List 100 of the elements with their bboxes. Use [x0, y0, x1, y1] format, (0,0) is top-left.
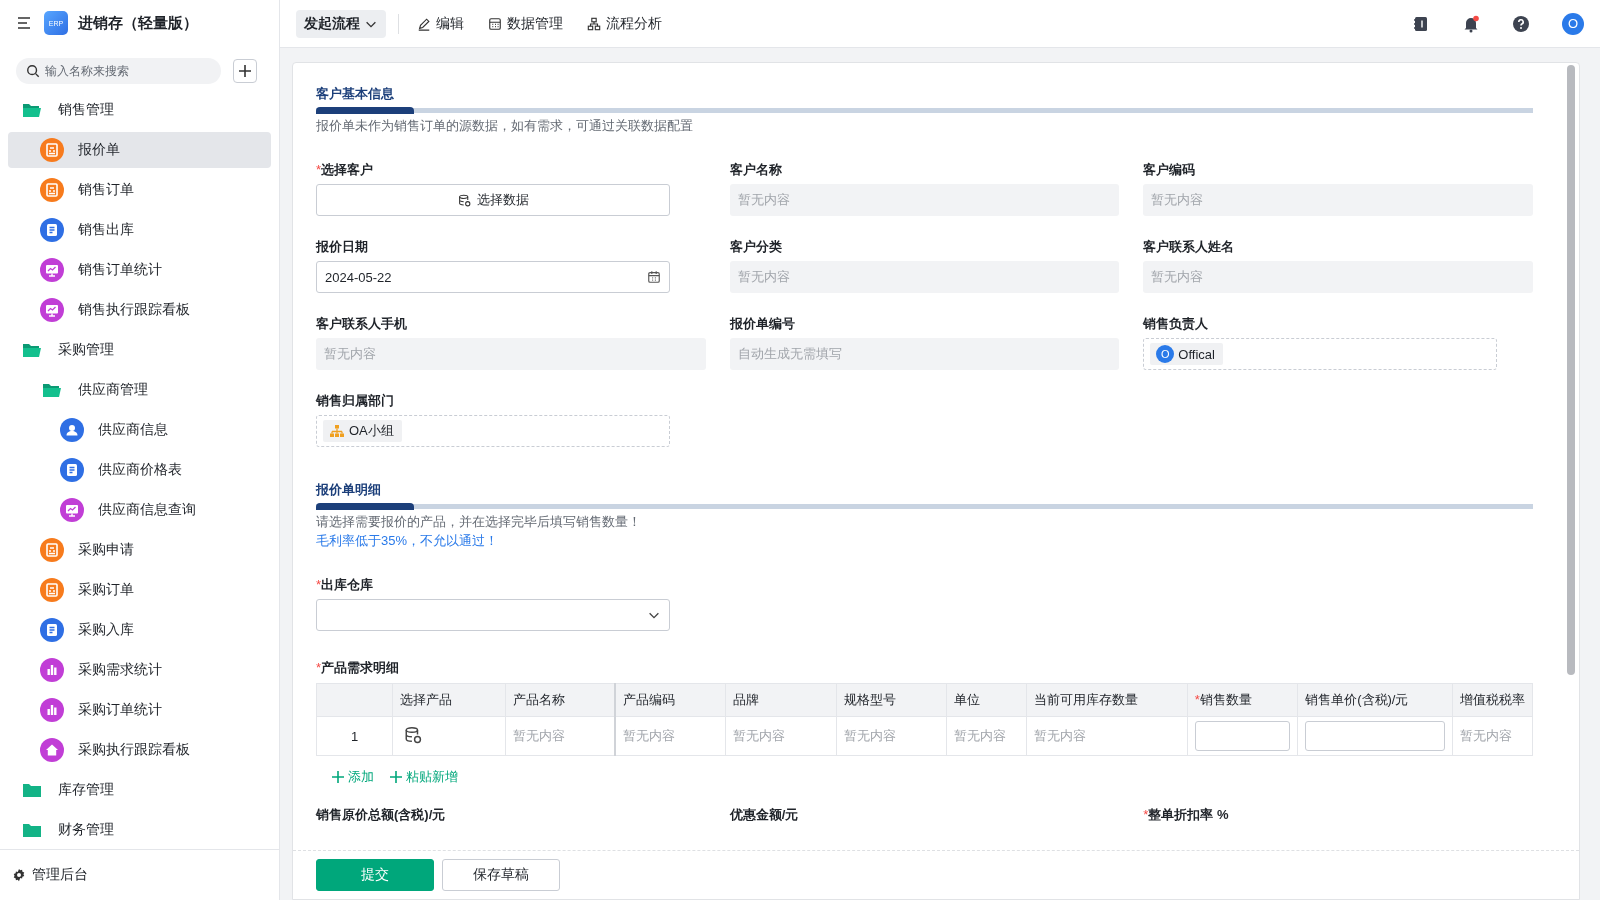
field-label: 优惠金额/元: [729, 807, 799, 822]
home-icon: [40, 738, 64, 762]
column-header: 规格型号: [843, 692, 896, 707]
stats-icon: [40, 658, 64, 682]
field-label: 报价日期: [316, 239, 368, 254]
column-header: 品牌: [733, 692, 760, 707]
toolbar-button[interactable]: 编辑: [411, 14, 470, 33]
sidebar-item[interactable]: 采购订单: [8, 572, 271, 608]
column-header: 销售数量: [1199, 692, 1252, 707]
field-label: 客户编码: [1143, 162, 1196, 177]
required-asterisk: *: [1194, 692, 1200, 707]
user-avatar[interactable]: O: [1562, 12, 1584, 35]
folder-item[interactable]: 采购管理: [8, 332, 271, 368]
notebook-icon[interactable]: [1412, 14, 1430, 33]
database-icon: [457, 193, 471, 207]
department-picker-field[interactable]: OA小组: [316, 415, 670, 447]
toolbar-button[interactable]: 流程分析: [581, 14, 668, 33]
row-number: 1: [316, 716, 393, 756]
field-label: 客户分类: [729, 239, 782, 254]
search-field[interactable]: 输入名称来搜索: [16, 58, 221, 84]
field-label: 销售原价总额(含税)/元: [316, 807, 446, 822]
select-field[interactable]: [316, 599, 670, 631]
readonly-field: 暂无内容: [1143, 261, 1533, 293]
form-icon: [40, 178, 64, 202]
input-field[interactable]: [1305, 721, 1445, 751]
stats-icon: [40, 698, 64, 722]
folder-item[interactable]: 库存管理: [8, 772, 271, 808]
toolbar-button[interactable]: 数据管理: [482, 14, 569, 33]
pencil-icon: [417, 16, 431, 31]
user-tag: O Offical: [1150, 343, 1223, 365]
column-header: 当前可用库存数量: [1034, 692, 1139, 707]
table-cell: 暂无内容: [946, 716, 1027, 756]
table-icon: [488, 16, 502, 31]
bell-icon[interactable]: [1462, 14, 1480, 33]
admin-link[interactable]: 管理后台: [0, 849, 279, 900]
search-icon: [26, 64, 40, 78]
doc-icon: [40, 218, 64, 242]
sidebar-item[interactable]: 销售执行跟踪看板: [8, 292, 271, 328]
dashboard-icon: [40, 298, 64, 322]
add-button[interactable]: [233, 59, 257, 83]
sidebar-item[interactable]: 采购需求统计: [8, 652, 271, 688]
sidebar-item[interactable]: 供应商信息查询: [8, 492, 271, 528]
save-draft-button[interactable]: 保存草稿: [442, 859, 560, 891]
calendar-icon: [647, 270, 661, 284]
help-icon[interactable]: [1512, 14, 1530, 33]
table-cell: 暂无内容: [836, 716, 947, 756]
plus-icon: [390, 771, 402, 783]
readonly-field: 暂无内容: [729, 184, 1120, 216]
sidebar-item[interactable]: 供应商信息: [8, 412, 271, 448]
sidebar-item[interactable]: 销售订单统计: [8, 252, 271, 288]
dashboard-icon: [40, 258, 64, 282]
form-icon: [40, 578, 64, 602]
table-cell: 暂无内容: [505, 716, 616, 756]
flowchart-icon: [587, 16, 601, 31]
doc-icon: [60, 458, 84, 482]
form-icon: [40, 138, 64, 162]
start-process-button[interactable]: 发起流程: [296, 9, 386, 38]
form-icon: [40, 538, 64, 562]
column-header: 选择产品: [400, 692, 453, 707]
sidebar-item[interactable]: 销售出库: [8, 212, 271, 248]
scrollbar[interactable]: [1567, 65, 1575, 675]
column-header: 销售单价(含税)/元: [1305, 692, 1409, 707]
field-label: 整单折扣率 %: [1148, 807, 1229, 822]
field-label: 出库仓库: [321, 577, 374, 592]
select-data-button[interactable]: 选择数据: [316, 184, 670, 216]
sidebar-item[interactable]: 采购入库: [8, 612, 271, 648]
table-cell: 暂无内容: [725, 716, 837, 756]
readonly-field: 自动生成无需填写: [729, 338, 1120, 370]
user-picker-field[interactable]: O Offical: [1143, 338, 1498, 370]
sidebar-item[interactable]: 报价单: [8, 132, 271, 168]
sidebar-item[interactable]: 供应商价格表: [8, 452, 271, 488]
readonly-field: 暂无内容: [316, 338, 706, 370]
doc-icon: [40, 618, 64, 642]
table-cell: 暂无内容: [615, 716, 726, 756]
folder-item[interactable]: 财务管理: [8, 812, 271, 848]
description-text: 请选择需要报价的产品，并在选择完毕后填写销售数量！: [316, 513, 642, 531]
folder-item[interactable]: 供应商管理: [8, 372, 271, 408]
date-field[interactable]: 2024-05-22: [316, 261, 670, 293]
sidebar-item[interactable]: 销售订单: [8, 172, 271, 208]
database-icon[interactable]: [404, 725, 423, 744]
department-tag: OA小组: [323, 420, 402, 442]
plus-icon: [332, 771, 344, 783]
required-asterisk: *: [316, 660, 322, 675]
contact-icon: [60, 418, 84, 442]
field-label: 产品需求明细: [321, 660, 400, 675]
sidebar-item[interactable]: 采购执行跟踪看板: [8, 732, 271, 768]
section-title: 客户基本信息: [316, 85, 395, 103]
description-text: 报价单未作为销售订单的源数据，如有需求，可通过关联数据配置: [316, 117, 694, 135]
field-label: 客户名称: [729, 162, 782, 177]
column-header: 增值税税率: [1459, 692, 1525, 707]
sidebar-item[interactable]: 采购订单统计: [8, 692, 271, 728]
field-label: 客户联系人手机: [316, 316, 407, 331]
field-label: 客户联系人姓名: [1143, 239, 1235, 254]
input-field[interactable]: [1194, 721, 1291, 751]
folder-item[interactable]: 销售管理: [8, 92, 271, 128]
sidebar-item[interactable]: 采购申请: [8, 532, 271, 568]
table-cell: 暂无内容: [1026, 716, 1188, 756]
field-label: 报价单编号: [729, 316, 795, 331]
field-label: 销售负责人: [1143, 316, 1209, 331]
readonly-field: 暂无内容: [1143, 184, 1533, 216]
